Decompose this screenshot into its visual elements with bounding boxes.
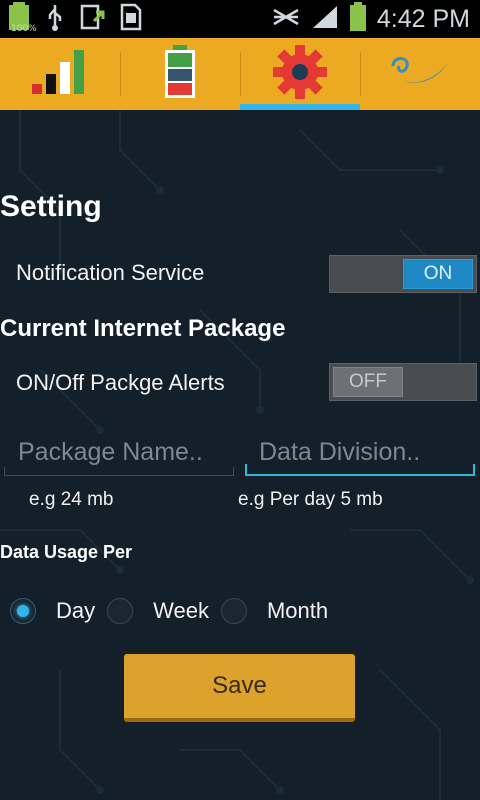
upload-notification-icon <box>80 3 106 35</box>
wave-logo-icon <box>387 52 453 96</box>
gear-icon <box>272 44 328 104</box>
tab-battery[interactable] <box>120 38 240 110</box>
battery-icon <box>162 44 198 104</box>
cell-signal-icon <box>311 4 339 34</box>
tab-bar <box>0 38 480 110</box>
radio-label: Day <box>56 598 96 623</box>
radio-circle <box>10 598 36 624</box>
no-network-icon <box>271 4 301 34</box>
radio-week[interactable]: Week <box>107 598 209 624</box>
package-name-input[interactable]: Package Name.. <box>4 430 234 476</box>
package-alerts-toggle[interactable]: OFF <box>329 363 477 401</box>
package-alerts-label: ON/Off Packge Alerts <box>16 370 225 395</box>
package-name-hint: e.g 24 mb <box>29 489 114 510</box>
clock: 4:42 PM <box>376 4 470 33</box>
settings-panel: Setting Notification Service ON Current … <box>0 110 480 800</box>
toggle-thumb: ON <box>403 259 473 289</box>
usage-period-group: Day Week Month <box>10 590 340 632</box>
save-button[interactable]: Save <box>124 654 355 722</box>
radio-dot <box>17 605 29 617</box>
battery-status-icon <box>349 2 367 36</box>
tab-signal[interactable] <box>0 38 120 110</box>
battery-percent: 100% <box>11 24 37 34</box>
sd-card-icon <box>120 3 142 35</box>
data-division-hint: e.g Per day 5 mb <box>238 489 383 510</box>
radio-label: Month <box>266 598 329 623</box>
status-bar: 100% 4:42 PM <box>0 0 480 38</box>
package-section-title: Current Internet Package <box>0 315 286 342</box>
usb-icon <box>44 3 66 35</box>
radio-circle <box>107 598 134 624</box>
data-division-input[interactable]: Data Division.. <box>245 430 475 476</box>
tab-settings[interactable] <box>240 38 360 110</box>
radio-label: Week <box>153 598 209 623</box>
radio-month[interactable]: Month <box>220 598 329 624</box>
notification-service-label: Notification Service <box>16 260 205 285</box>
notification-service-toggle[interactable]: ON <box>329 255 477 293</box>
signal-bars-icon <box>30 48 90 100</box>
tab-wave[interactable] <box>360 38 480 110</box>
usage-period-title: Data Usage Per <box>0 542 133 562</box>
toggle-thumb: OFF <box>333 367 403 397</box>
page-title: Setting <box>0 190 102 223</box>
radio-day[interactable]: Day <box>10 598 95 624</box>
radio-circle <box>220 598 247 624</box>
